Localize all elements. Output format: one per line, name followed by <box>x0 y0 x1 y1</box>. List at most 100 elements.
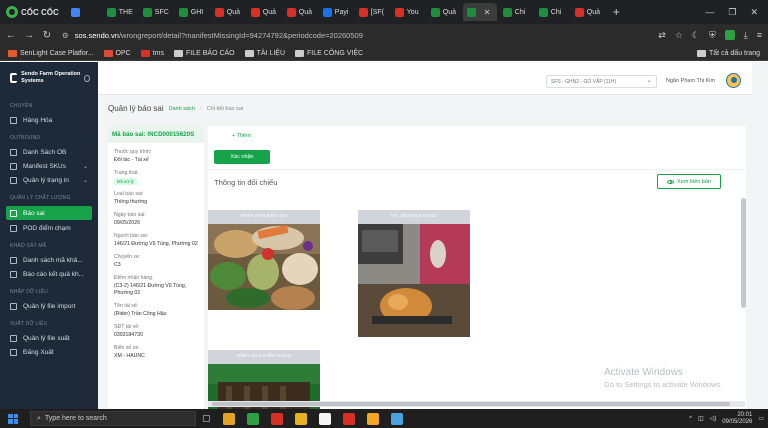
browser-tab[interactable]: [SF( <box>355 3 389 21</box>
tray-chevron-icon[interactable]: ^ <box>689 416 692 422</box>
bookmark-item[interactable]: tms <box>140 49 164 57</box>
volume-icon[interactable]: ◁) <box>710 415 717 422</box>
reload-icon[interactable]: ↻ <box>42 30 52 41</box>
browser-tab[interactable]: SFC <box>139 3 173 21</box>
sidebar-item[interactable]: Quản lý trạng in ⌄ <box>0 173 98 187</box>
download-icon[interactable]: ⤓ <box>744 30 748 41</box>
taskbar-app-icon[interactable] <box>342 412 355 425</box>
clock[interactable]: 20:01 09/05/2026 <box>722 412 752 426</box>
browser-tab[interactable]: Chi <box>499 3 533 21</box>
taskbar-app-icon[interactable] <box>246 412 259 425</box>
content-scrollbar[interactable] <box>741 198 746 308</box>
sidebar-item-label: Quản lý file import <box>23 302 76 310</box>
back-icon[interactable]: ← <box>6 30 16 41</box>
sidebar-item[interactable]: Báo cáo kết quả kh... <box>0 267 98 281</box>
all-bookmarks[interactable]: Tất cả dấu trang <box>697 49 760 57</box>
bookmark-item[interactable]: SenLight Case Platfor... <box>8 49 94 57</box>
sidebar-item[interactable]: Danh sách mã khả... <box>0 253 98 267</box>
info-value: 0393184730 <box>114 332 143 338</box>
breadcrumb-list-link[interactable]: Danh sách <box>169 106 195 112</box>
bookmark-item[interactable]: OPC <box>103 49 131 57</box>
translate-icon[interactable]: ⇄ <box>658 30 666 41</box>
taskbar-search[interactable]: ⌕ Type here to search <box>30 411 196 426</box>
info-value: Thông thường <box>114 199 148 205</box>
info-label: Ngày báo sai: <box>114 212 146 218</box>
network-icon[interactable]: ◫ <box>698 415 704 422</box>
taskbar-app-icon[interactable] <box>270 412 283 425</box>
close-window-icon[interactable]: ✕ <box>750 7 758 18</box>
view-report-button[interactable]: Xem biên bản <box>657 174 721 189</box>
warehouse-select[interactable]: SFS - GHN2 - GÒ VẤP (11H) <box>546 75 657 88</box>
bookmark-label: OPC <box>115 49 131 57</box>
taskbar-app-icon[interactable] <box>366 412 379 425</box>
sidebar-toggle-icon[interactable] <box>84 74 90 82</box>
url-field[interactable]: ⚙ sos.sendo.vn/wrongreport/detail?manife… <box>60 27 650 43</box>
menu-item-icon <box>10 256 17 264</box>
sidebar-item-label: Hàng Hóa <box>23 116 53 124</box>
taskbar-app-icon[interactable] <box>390 412 403 425</box>
info-field: Loại báo sai: Thông thường <box>108 191 204 206</box>
report-code: Mã báo sai: INCD00015620S <box>108 126 204 143</box>
sidebar-item[interactable]: POD điểm chạm <box>0 221 98 235</box>
add-link[interactable]: + Thêm <box>232 133 251 139</box>
notifications-icon[interactable]: ▭ <box>758 415 764 422</box>
browser-tab[interactable]: Quả <box>211 3 245 21</box>
horizontal-scrollbar[interactable] <box>212 402 730 406</box>
browser-tab[interactable]: Payi <box>319 3 353 21</box>
menu-item-icon <box>10 334 17 342</box>
browser-tab[interactable]: You <box>391 3 425 21</box>
new-tab-button[interactable]: + <box>607 5 626 19</box>
site-info-icon[interactable]: ⚙ <box>62 31 69 40</box>
image-card-driver: TÀI XẾ GIAO HÀNG <box>358 210 470 337</box>
bookmark-item[interactable]: FILE BÁO CÁO <box>174 49 235 57</box>
clock-time: 20:01 <box>737 411 753 418</box>
confirm-button[interactable]: Xác nhận <box>214 150 270 164</box>
avatar[interactable] <box>726 73 741 88</box>
sendo-icon <box>214 7 224 17</box>
bookmark-item[interactable]: FILE CÔNG VIỆC <box>295 49 363 57</box>
browser-tab[interactable]: Quả <box>571 3 605 21</box>
browser-tab[interactable]: Chi <box>535 3 569 21</box>
sidebar-item[interactable]: Danh Sách OB <box>0 145 98 159</box>
sidebar-item[interactable]: Quản lý file import <box>0 299 98 313</box>
taskbar-app-icon[interactable] <box>222 412 235 425</box>
dark-mode-icon[interactable]: ☾ <box>692 30 700 41</box>
tab-label: Quả <box>262 8 277 16</box>
menu-icon[interactable]: ≡ <box>757 30 762 40</box>
task-view-icon[interactable]: ▢ <box>202 413 211 424</box>
browser-tab[interactable]: ✕ <box>462 3 497 21</box>
forward-icon[interactable]: → <box>24 30 34 41</box>
bookmark-star-icon[interactable]: ☆ <box>675 30 683 41</box>
windows-start-icon[interactable] <box>8 413 18 424</box>
extension-icon[interactable] <box>724 30 735 40</box>
windows-taskbar: ⌕ Type here to search ▢ ^ ◫ ◁) 20:01 09/… <box>0 409 768 428</box>
google-drive-icon <box>70 7 80 17</box>
browser-tab[interactable]: GHI <box>175 3 209 21</box>
browser-tab[interactable] <box>67 3 101 21</box>
globe-icon <box>466 7 476 17</box>
info-field: Người báo sai: 146/21 Đường Vũ Tùng, Phườ… <box>108 233 204 248</box>
close-tab-icon[interactable]: ✕ <box>484 8 491 17</box>
driver-photo[interactable] <box>358 224 470 337</box>
sidebar-item[interactable]: Hàng Hóa <box>0 113 98 127</box>
browser-tab[interactable]: THE <box>103 3 137 21</box>
sidebar-item[interactable]: Đăng Xuất <box>0 345 98 359</box>
youtube-icon <box>394 7 404 17</box>
bookmark-item[interactable]: TÀI LIỆU <box>244 49 285 57</box>
maximize-icon[interactable]: ❐ <box>728 7 736 18</box>
browser-tab[interactable]: Quả <box>427 3 461 21</box>
browser-tab[interactable]: Quả <box>283 3 317 21</box>
shield-icon[interactable]: ⛨ <box>709 30 716 41</box>
taskbar-app-icon[interactable] <box>318 412 331 425</box>
bookmark-list: SenLight Case Platfor... OPC tms FILE BÁO C… <box>8 49 363 57</box>
sidebar-item[interactable]: Quản lý file xuất <box>0 331 98 345</box>
address-bar-actions: ⇄ ☆ ☾ ⛨ ⤓ ≡ <box>658 30 762 41</box>
browser-name: CỐC CỐC <box>21 7 59 17</box>
report-photo[interactable] <box>208 224 320 310</box>
sidebar-item[interactable]: Báo sai <box>6 206 92 220</box>
sidebar-item[interactable]: Manifest SKUs ⌄ <box>0 159 98 173</box>
sheets-icon <box>142 7 152 17</box>
taskbar-app-icon[interactable] <box>294 412 307 425</box>
minimize-icon[interactable]: — <box>705 7 714 18</box>
browser-tab[interactable]: Quả <box>247 3 281 21</box>
